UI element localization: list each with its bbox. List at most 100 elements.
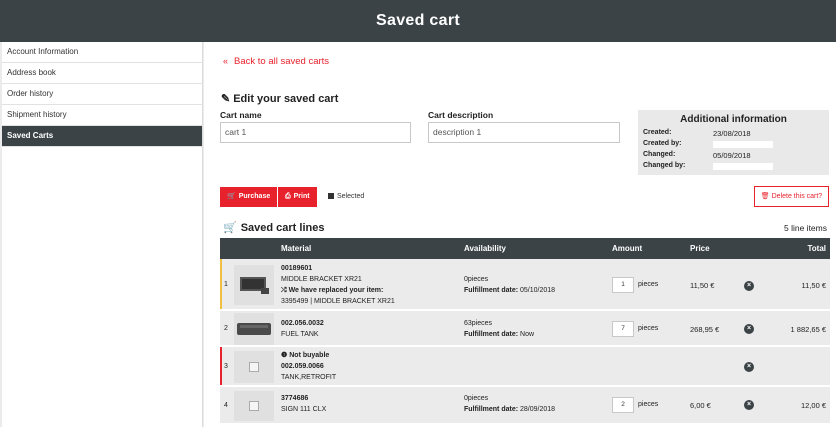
bracket-image — [240, 277, 269, 294]
checkbox-icon — [328, 193, 334, 199]
info-icon: ❶ — [281, 352, 288, 359]
line-total: 12,00 € — [800, 401, 826, 410]
availability-pieces: 0pieces — [464, 395, 489, 402]
remove-line-icon[interactable]: × — [744, 362, 754, 372]
availability-info: 63pieces Fulfillment date: Now — [464, 318, 534, 340]
print-button[interactable]: ⎙ Print — [278, 187, 317, 207]
print-button-label: Print — [293, 193, 310, 200]
purchase-button[interactable]: 🛒 Purchase — [220, 187, 278, 207]
sidebar-item-account-information[interactable]: Account Information — [2, 42, 202, 63]
unit-label: pieces — [638, 325, 659, 332]
cart-name-label: Cart name — [220, 110, 262, 120]
material-code: 002.056.0032 — [281, 320, 324, 327]
availability-pieces: 0pieces — [464, 276, 489, 283]
line-total: 1 882,65 € — [790, 325, 826, 334]
material-code: 002.059.0066 — [281, 363, 324, 370]
changed-by-label: Changed by: — [643, 162, 686, 169]
col-total: Total — [807, 244, 826, 253]
material-info: ❶ Not buyable 002.059.0066 TANK,RETROFIT — [281, 350, 336, 383]
fulfillment-label: Fulfillment date: — [464, 331, 519, 338]
pencil-icon: ✎ — [221, 93, 231, 105]
replacement-detail: 3395499 | MIDDLE BRACKET XR21 — [281, 298, 395, 305]
back-link[interactable]: « Back to all saved carts — [223, 56, 329, 67]
table-row: 1 00189601 MIDDLE BRACKET XR21 ⤮ We have… — [220, 259, 830, 311]
quantity-input[interactable]: 7 — [612, 321, 634, 337]
trash-icon: 🗑 — [760, 193, 770, 200]
quantity-input[interactable]: 2 — [612, 397, 634, 413]
created-value: 23/08/2018 — [713, 129, 751, 138]
line-total: 11,50 € — [801, 281, 826, 290]
remove-line-icon[interactable]: × — [744, 281, 754, 291]
edit-cart-heading-label: Edit your saved cart — [233, 93, 339, 105]
product-image-placeholder[interactable] — [234, 391, 274, 421]
fulfillment-date: 28/09/2018 — [520, 406, 556, 413]
main-content: « Back to all saved carts ✎ Edit your save… — [204, 42, 836, 427]
cart-description-input[interactable]: description 1 — [428, 122, 620, 143]
availability-info: 0pieces Fulfillment date: 05/10/2018 — [464, 274, 555, 296]
sidebar: Account Information Address book Order h… — [2, 42, 203, 427]
sidebar-item-order-history[interactable]: Order history — [2, 84, 202, 105]
row-number: 1 — [224, 281, 228, 288]
not-buyable-status: Not buyable — [289, 352, 330, 359]
created-by-value — [713, 141, 773, 148]
product-image-placeholder[interactable] — [234, 351, 274, 383]
table-row: 4 3774686 SIGN 111 CLX 0pieces Fulfillme… — [220, 387, 830, 425]
material-name: FUEL TANK — [281, 331, 319, 338]
sidebar-item-shipment-history[interactable]: Shipment history — [2, 105, 202, 126]
fulfillment-date: 05/10/2018 — [520, 287, 556, 294]
product-image[interactable] — [234, 313, 274, 345]
changed-by-value — [713, 163, 773, 170]
row-number: 2 — [224, 325, 228, 332]
saved-cart-lines-heading: 🛒 Saved cart lines — [223, 221, 324, 234]
additional-information-title: Additional information — [680, 114, 787, 125]
fulfillment-label: Fulfillment date: — [464, 287, 519, 294]
fuel-tank-image — [237, 323, 271, 335]
purchase-button-label: Purchase — [238, 193, 271, 200]
table-header: Material Availability Amount Price Total — [220, 238, 830, 259]
unit-price: 11,50 € — [690, 281, 715, 290]
saved-cart-lines-title: Saved cart lines — [240, 222, 325, 234]
additional-information-panel: Additional information Created: 23/08/20… — [638, 110, 829, 175]
row-status-bar — [220, 259, 222, 309]
sidebar-item-saved-carts[interactable]: Saved Carts — [2, 126, 202, 147]
cart-name-input[interactable]: cart 1 — [220, 122, 411, 143]
col-amount: Amount — [612, 244, 643, 253]
col-material: Material — [281, 244, 312, 253]
cart-icon: 🛒 — [223, 222, 237, 234]
delete-cart-label: Delete this cart? — [771, 193, 823, 200]
material-info: 3774686 SIGN 111 CLX — [281, 393, 326, 415]
col-price: Price — [690, 244, 710, 253]
shuffle-icon: ⤮ — [281, 287, 287, 294]
page-header: Saved cart — [0, 0, 836, 42]
unit-price: 268,95 € — [690, 325, 720, 334]
replacement-note: We have replaced your item: — [288, 287, 384, 294]
quantity-input[interactable]: 1 — [612, 277, 634, 293]
edit-cart-heading: ✎ Edit your saved cart — [221, 92, 338, 105]
material-name: MIDDLE BRACKET XR21 — [281, 276, 362, 283]
fulfillment-label: Fulfillment date: — [464, 406, 519, 413]
remove-line-icon[interactable]: × — [744, 400, 754, 410]
selected-toggle[interactable]: Selected — [328, 193, 364, 200]
material-name: TANK,RETROFIT — [281, 374, 337, 381]
material-name: SIGN 111 CLX — [281, 406, 327, 413]
remove-line-icon[interactable]: × — [744, 324, 754, 334]
changed-label: Changed: — [643, 151, 676, 158]
selected-label: Selected — [337, 193, 365, 200]
table-row: 2 002.056.0032 FUEL TANK 63pieces Fulfil… — [220, 311, 830, 347]
material-info: 002.056.0032 FUEL TANK — [281, 318, 324, 340]
cart-icon: 🛒 — [227, 193, 236, 200]
delete-cart-button[interactable]: 🗑 Delete this cart? — [754, 186, 829, 207]
availability-info: 0pieces Fulfillment date: 28/09/2018 — [464, 393, 555, 415]
unit-label: pieces — [638, 281, 659, 288]
row-number: 3 — [224, 363, 228, 370]
product-image[interactable] — [234, 265, 274, 305]
material-code: 00189601 — [281, 265, 313, 272]
created-by-label: Created by: — [643, 140, 682, 147]
cart-description-label: Cart description — [428, 110, 494, 120]
double-chevron-left-icon: « — [223, 56, 229, 66]
availability-pieces: 63pieces — [464, 320, 493, 327]
table-row: 3 ❶ Not buyable 002.059.0066 TANK,RETROF… — [220, 347, 830, 387]
sidebar-item-address-book[interactable]: Address book — [2, 63, 202, 84]
page-title: Saved cart — [376, 12, 460, 29]
changed-value: 05/09/2018 — [713, 151, 751, 160]
